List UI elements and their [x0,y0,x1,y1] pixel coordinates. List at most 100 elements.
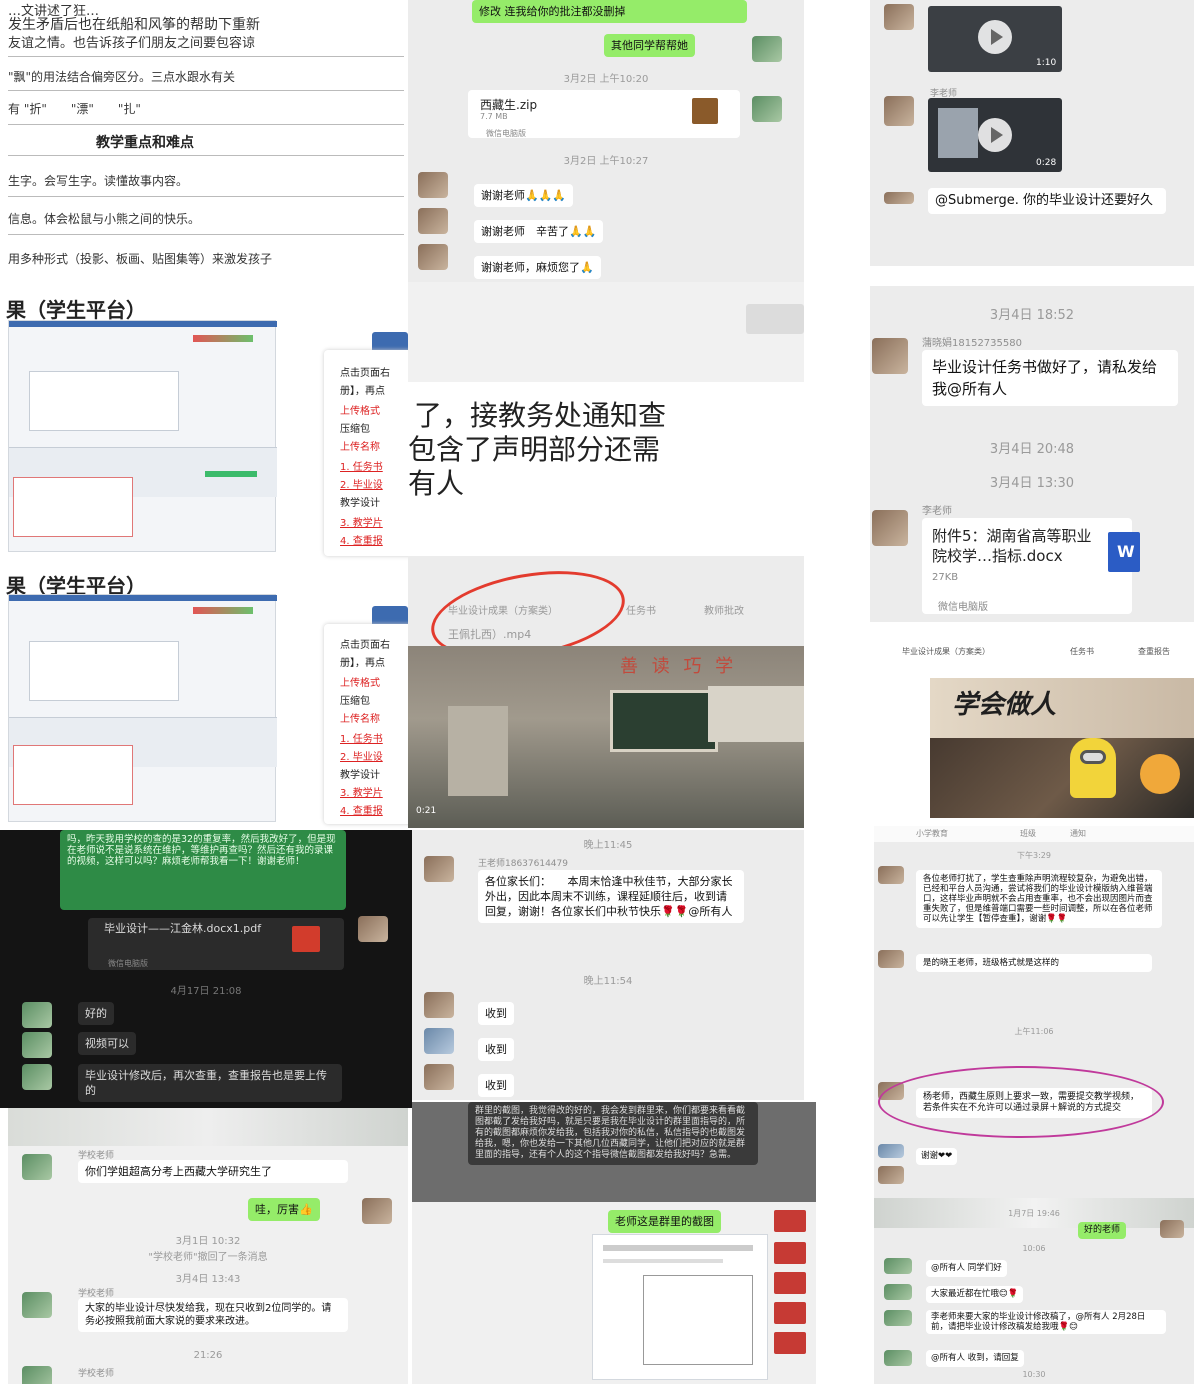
my-message-bubble: 老师这是群里的截图 [608,1210,721,1233]
video-upload-panel: 毕业设计成果（方案类） 任务书 教师批改 王佩扎西）.mp4 善 读 巧 学 0… [408,556,804,828]
right-video-panel: 毕业设计成果（方案类） 任务书 查重报告 学会做人 [870,638,1194,818]
play-icon[interactable] [978,20,1012,54]
teacher-avatar [884,1258,912,1274]
instruction-line: 教学设计 [340,770,380,781]
zoomed-notice: 了，接教务处通知查 包含了声明部分还需 有人 [408,282,804,554]
message-bubble: @所有人 同学们好 [926,1260,1007,1277]
contact-avatar [878,1144,904,1158]
divider [8,56,404,57]
top-message-bubble: 修改 连我给你的批注都没删掉 [472,0,747,23]
message-bubble: @Submerge. 你的毕业设计还要好久 [928,188,1166,214]
instruction-line: 点击页面右 [340,368,390,379]
message-bubble: 大家最近都在忙哦😊🌹 [926,1286,1024,1303]
message-bubble: 你们学姐超高分考上西藏大学研究生了 [78,1160,348,1183]
file-source: 微信电脑版 [486,129,526,138]
my-avatar [362,1198,392,1224]
tab-task-book[interactable]: 任务书 [626,602,656,617]
tab-plagiarism-report[interactable]: 查重报告 [1138,646,1170,657]
my-message-bubble: 其他同学帮帮她 [604,34,695,57]
timestamp: 晚上11:45 [583,840,633,851]
instruction-line: 4. 查重报 [340,536,383,547]
parents-group-chat: 晚上11:45 王老师18637614479 各位家长们： 本周末恰逢中秋佳节，… [412,830,804,1100]
message-bubble: 大家的毕业设计尽快发给我，现在只收到2位同学的。请务必按照我前面大家说的要求来改… [78,1298,348,1332]
my-avatar [752,36,782,62]
message-bubble: @所有人 收到，请回复 [926,1350,1024,1367]
instruction-line: 2. 毕业设 [340,752,383,763]
tab-teacher-review[interactable]: 教师批改 [704,602,744,617]
divider [8,234,404,235]
sender-name: 李老师 [922,506,952,517]
classroom-video-frame[interactable]: 善 读 巧 学 0:21 [408,646,804,828]
message-bubble: 视频可以 [78,1032,136,1055]
instruction-line: 上传名称 [340,714,380,725]
instruction-line: 册】，再点 [340,658,385,669]
doc-line: 用多种形式（投影、板画、贴图集等）来激发孩子 [8,252,273,266]
message-bubble: 李老师来要大家的毕业设计修改稿了，@所有人 2月28日前，请把毕业设计修改稿发给… [926,1310,1166,1334]
tab-primary-education[interactable]: 小学教育 [916,828,948,839]
timestamp: 1月7日 19:46 [1008,1209,1060,1218]
image-thumbnail-icon [774,1242,806,1264]
classroom-video-frame[interactable]: 学会做人 [930,678,1194,818]
instruction-line: 上传格式 [340,678,380,689]
doc-line: 发生矛盾后也在纸船和风筝的帮助下重新 [8,17,260,33]
divider [8,155,404,156]
platform-topbar [9,595,277,601]
divider [8,90,404,91]
contact-avatar [884,96,914,126]
student-platform-panel: 果（学生平台） 点击页面右 册】，再点 上传格式 压缩包 上传名称 1. 任务书… [0,288,408,568]
teacher-avatar [22,1064,52,1090]
instruction-line: 教学设计 [340,498,380,509]
video-thumbnail[interactable]: 1:10 [928,6,1062,72]
lesson-plan-document: …文讲述了狂… 发生矛盾后也在纸船和风筝的帮助下重新 友谊之情。也告诉孩子们朋友… [0,0,408,290]
instruction-line: 上传格式 [340,406,380,417]
play-icon[interactable] [978,118,1012,152]
zip-file-icon [692,98,718,124]
doc-line: 信息。体会松鼠与小熊之间的快乐。 [8,212,201,226]
parent-avatar [424,1028,454,1054]
video-messages-chat: 1:10 李老师 0:28 @Submerge. 你的毕业设计还要好久 [870,0,1194,266]
message-bubble: 毕业设计任务书做好了，请私发给我@所有人 [922,350,1178,406]
teacher-avatar [22,1032,52,1058]
instruction-line: 1. 任务书 [340,462,383,473]
my-message-bubble: 好的老师 [1078,1222,1127,1239]
doc-line: 生字。会写生字。读懂故事内容。 [8,174,189,188]
sender-name: 学校老师 [78,1369,115,1379]
doc-line: 友谊之情。也告诉孩子们朋友之间要包容谅 [8,36,256,51]
teacher-avatar [22,1002,52,1028]
panel-title: 果（学生平台） [6,298,146,322]
timestamp: 3月4日 13:30 [989,476,1075,491]
pdf-file-icon [292,926,320,952]
message-bubble: 收到 [478,1038,514,1061]
instruction-line: 1. 任务书 [340,734,383,745]
parent-avatar [424,1064,454,1090]
instruction-line: 4. 查重报 [340,806,383,817]
sender-name: 王老师18637614479 [478,859,568,869]
timestamp: 4月17日 21:08 [170,986,242,997]
tab-design-result[interactable]: 毕业设计成果（方案类） [902,646,990,657]
contact-avatar [872,510,908,546]
screenshot-thumbnail[interactable] [592,1234,768,1380]
classroom-banner: 善 读 巧 学 [620,656,738,677]
word-icon-letter: W [1117,542,1135,561]
contact-avatar [872,338,908,374]
contact-avatar [878,866,904,884]
tab-notice[interactable]: 通知 [1070,828,1086,839]
teacher-group-chat: 小学教育 班级 通知 下午3:29 各位老师打扰了，学生查重除声明流程较复杂，为… [874,826,1194,1202]
teacher-avatar [884,1350,912,1366]
message-bubble: 是的晓王老师，班级格式就是这样的 [916,954,1152,972]
doc-heading: 教学重点和难点 [96,135,194,151]
docx-file-card[interactable]: 附件5：湖南省高等职业院校学…指标.docx W 27KB 微信电脑版 [922,518,1140,614]
instruction-line: 2. 毕业设 [340,480,383,491]
tab-class[interactable]: 班级 [1020,828,1036,839]
video-thumbnail[interactable]: 0:28 [928,98,1062,172]
announcement-bubble: 各位老师打扰了，学生查重除声明流程较复杂，为避免出错，已经和平台人员沟通，尝试将… [916,870,1162,928]
task-book-chat: 3月4日 18:52 蒲晓娟18152735580 毕业设计任务书做好了，请私发… [870,286,1194,622]
pdf-file-card[interactable]: 毕业设计——江金林.docx1.pdf 微信电脑版 [88,918,344,970]
tab-task-book[interactable]: 任务书 [1070,646,1094,657]
file-message-card[interactable]: 西藏生.zip 7.7 MB 微信电脑版 [468,90,740,138]
timestamp: 10:30 [1022,1370,1046,1379]
screenshot-request-chat: 群里的截图，我觉得改的好的，我会发到群里来，你们都要来看看截图都截了发给我好吗，… [412,1102,816,1384]
image-thumbnail-icon [774,1332,806,1354]
teacher-avatar [424,856,454,882]
contact-avatar [878,1166,904,1184]
